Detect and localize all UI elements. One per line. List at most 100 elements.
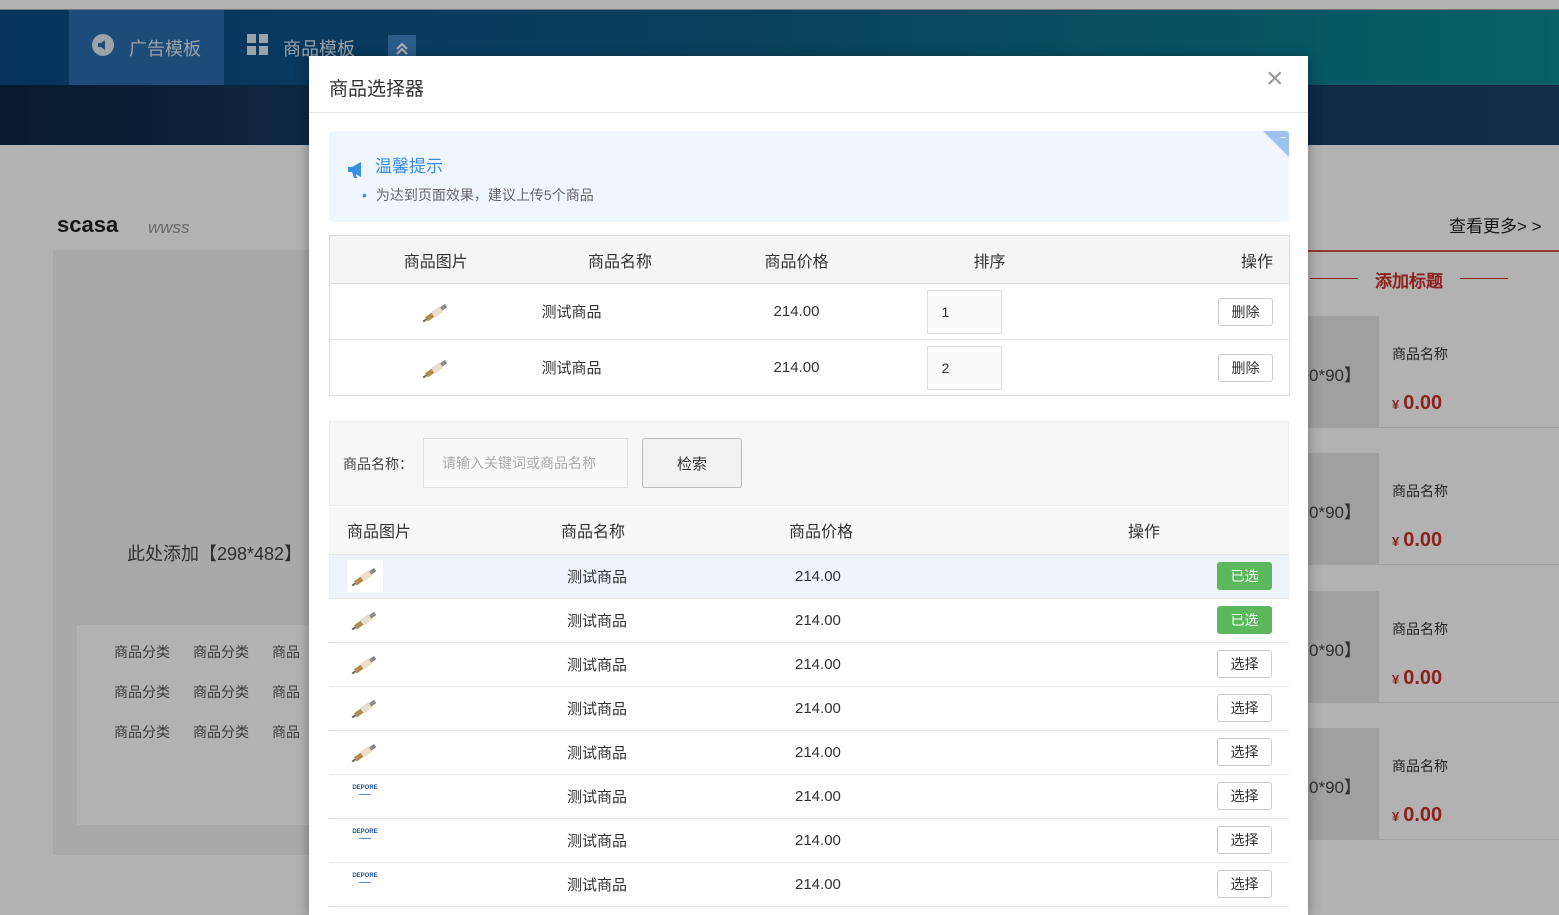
product-thumb-cell <box>329 730 479 775</box>
product-thumb-cell: DEPORE ━━━━ <box>329 862 479 907</box>
product-price-cell: 214.00 <box>711 774 923 819</box>
spark-plug-thumbnail <box>418 296 454 328</box>
select-button[interactable]: 选择 <box>1217 650 1272 678</box>
search-label: 商品名称： <box>343 456 413 472</box>
action-cell: 选择 <box>923 818 1289 863</box>
selected-button[interactable]: 已选 <box>1217 562 1272 590</box>
select-button[interactable]: 选择 <box>1217 826 1272 854</box>
select-button[interactable]: 选择 <box>1217 738 1272 766</box>
product-thumb-cell: DEPORE ━━━━ <box>329 774 479 819</box>
sort-cell: 1 <box>894 283 1085 340</box>
spark-plug-thumbnail <box>347 560 383 592</box>
action-cell: 选择 <box>923 730 1289 775</box>
table-row[interactable]: 测试商品 214.00 选择 <box>329 730 1289 775</box>
column-header: 商品价格 <box>698 235 895 284</box>
product-price-cell: 214.00 <box>711 818 923 863</box>
sort-cell: 2 <box>895 340 1085 396</box>
product-thumb-cell <box>329 686 479 731</box>
spark-plug-thumbnail <box>347 604 383 636</box>
action-cell: 选择 <box>923 686 1289 731</box>
search-input[interactable]: 请输入关键词或商品名称 <box>423 438 628 488</box>
product-thumb-cell <box>329 554 479 599</box>
selected-button[interactable]: 已选 <box>1217 606 1272 634</box>
tip-box: – 温馨提示 为达到页面效果，建议上传5个商品 <box>329 131 1289 222</box>
column-header: 操作 <box>1084 235 1290 284</box>
search-panel: 商品名称： 请输入关键词或商品名称 检索 <box>329 421 1289 506</box>
product-thumb-cell: DEPORE ━━━━ <box>329 818 479 863</box>
table-row[interactable]: DEPORE ━━━━ 测试商品 214.00 选择 <box>329 818 1289 863</box>
product-thumb-cell <box>329 598 479 643</box>
product-name-cell: 测试商品 <box>479 818 711 863</box>
action-cell: 删除 <box>1085 340 1290 396</box>
product-price-cell: 214.00 <box>711 686 923 731</box>
product-name-cell: 测试商品 <box>479 774 711 819</box>
modal-header: 商品选择器 × <box>309 56 1308 113</box>
product-price-cell: 214.00 <box>711 554 923 599</box>
product-price-cell: 214.00 <box>773 359 820 376</box>
product-picker-modal: 商品选择器 × – 温馨提示 为达到页面效果，建议上传5个商品 商品图片 商品名… <box>309 56 1308 915</box>
selected-products-table: 商品图片 商品名称 商品价格 排序 操作 测试商品 214.00 1 删除 测试… <box>329 235 1290 396</box>
megaphone-icon <box>346 161 368 182</box>
product-price-cell: 214.00 <box>711 598 923 643</box>
close-icon[interactable]: × <box>1266 64 1284 94</box>
action-cell: 选择 <box>923 862 1289 907</box>
table-row[interactable]: 测试商品 214.00 已选 <box>329 554 1289 599</box>
action-cell: 已选 <box>923 598 1289 643</box>
tip-title: 温馨提示 <box>375 157 443 176</box>
product-price-cell: 214.00 <box>711 730 923 775</box>
sort-input[interactable]: 2 <box>926 345 1002 390</box>
column-header: 排序 <box>894 235 1085 284</box>
action-cell: 选择 <box>923 774 1289 819</box>
column-header: 操作 <box>923 507 1289 555</box>
spark-plug-thumbnail <box>418 352 454 384</box>
select-button[interactable]: 选择 <box>1217 782 1272 810</box>
product-name-cell: 测试商品 <box>479 642 711 687</box>
modal-title: 商品选择器 <box>329 79 425 100</box>
column-header: 商品价格 <box>711 507 923 555</box>
action-cell: 删除 <box>1084 283 1290 340</box>
select-button[interactable]: 选择 <box>1217 870 1272 898</box>
spark-plug-thumbnail <box>347 736 383 768</box>
delete-button[interactable]: 删除 <box>1218 353 1273 382</box>
column-header: 商品名称 <box>479 507 711 555</box>
delete-button[interactable]: 删除 <box>1218 297 1273 326</box>
spark-plug-thumbnail <box>347 648 383 680</box>
table-row[interactable]: DEPORE ━━━━ 测试商品 214.00 选择 <box>329 774 1289 819</box>
product-name-cell: 测试商品 <box>479 686 711 731</box>
select-button[interactable]: 选择 <box>1217 694 1272 722</box>
product-name-cell: 测试商品 <box>479 862 711 907</box>
table-row: 测试商品 214.00 1 删除 <box>329 283 1290 340</box>
search-button[interactable]: 检索 <box>642 438 742 488</box>
product-name-cell: 测试商品 <box>479 730 711 775</box>
column-header: 商品图片 <box>329 235 542 284</box>
product-thumb-cell <box>330 340 542 396</box>
brand-logo-thumbnail: DEPORE ━━━━ <box>352 785 378 798</box>
column-header: 商品图片 <box>329 507 479 555</box>
product-price-cell: 214.00 <box>698 283 895 340</box>
brand-logo-thumbnail: DEPORE ━━━━ <box>352 829 378 842</box>
table-row[interactable]: 测试商品 214.00 选择 <box>329 642 1289 687</box>
table-row: 测试商品 214.00 2 删除 <box>330 340 1290 396</box>
table-header-row: 商品图片 商品名称 商品价格 操作 <box>329 507 1289 555</box>
table-row[interactable]: DEPORE ━━━━ 测试商品 214.00 选择 <box>329 862 1289 907</box>
product-price-cell: 214.00 <box>711 642 923 687</box>
product-name-cell: 测试商品 <box>541 360 602 377</box>
minus-icon[interactable]: – <box>1280 132 1286 143</box>
spark-plug-thumbnail <box>347 692 383 724</box>
table-header-row: 商品图片 商品名称 商品价格 排序 操作 <box>329 235 1290 284</box>
product-name-cell: 测试商品 <box>479 598 711 643</box>
action-cell: 已选 <box>923 554 1289 599</box>
action-cell: 选择 <box>923 642 1289 687</box>
sort-input[interactable]: 1 <box>926 289 1002 334</box>
product-price-cell: 214.00 <box>711 862 923 907</box>
table-row[interactable]: 测试商品 214.00 选择 <box>329 686 1289 731</box>
product-thumb-cell <box>329 642 479 687</box>
tip-text: 为达到页面效果，建议上传5个商品 <box>362 185 594 205</box>
product-list-table: 商品图片 商品名称 商品价格 操作 测试商品 214.00 已选 测试商品 21… <box>329 507 1289 907</box>
table-row[interactable]: 测试商品 214.00 已选 <box>329 598 1289 643</box>
product-name-cell: 测试商品 <box>541 283 699 340</box>
product-thumb-cell <box>329 283 542 340</box>
product-name-cell: 测试商品 <box>479 554 711 599</box>
brand-logo-thumbnail: DEPORE ━━━━ <box>352 873 378 886</box>
column-header: 商品名称 <box>541 235 699 284</box>
